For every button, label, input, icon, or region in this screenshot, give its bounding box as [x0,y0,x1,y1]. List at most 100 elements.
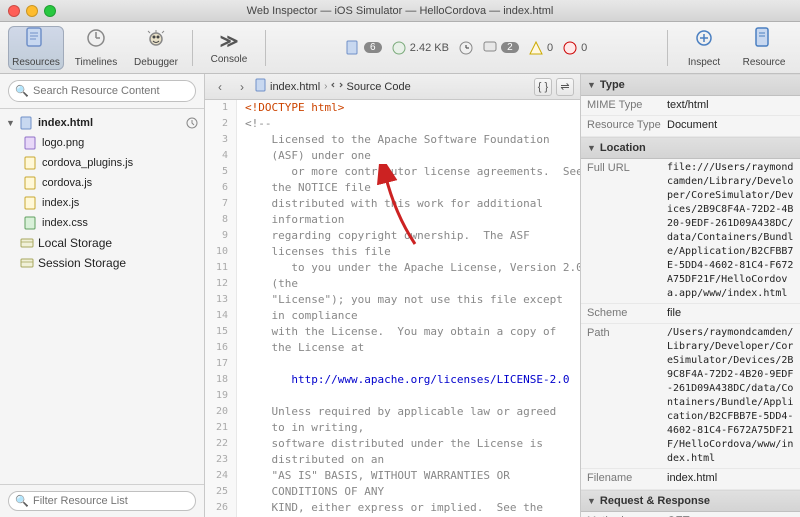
console-icon: ≫ [220,31,239,52]
rp-value-resource-type: Document [667,118,794,133]
size-value: 2.42 KB [410,42,449,54]
sidebar-label-index-js: index.js [42,197,79,209]
debugger-button[interactable]: Debugger [128,26,184,70]
resources-label: Resources [12,57,60,68]
sidebar-item-index-html[interactable]: ▼ index.html [0,113,204,133]
debugger-icon [144,27,168,55]
code-line-22: 22 software distributed under the Licens… [205,436,580,452]
sidebar-label-session-storage: Session Storage [38,256,126,270]
code-line-17: 17 [205,356,580,372]
files-badge: 6 [346,40,382,56]
breadcrumb-separator: › [324,81,327,92]
code-line-6: 6 the NOTICE file [205,180,580,196]
code-line-24: 24 "AS IS" BASIS, WITHOUT WARRANTIES OR [205,468,580,484]
code-line-13: 13 "License"); you may not use this file… [205,292,580,308]
sidebar-item-local-storage[interactable]: Local Storage [0,233,204,253]
breadcrumb-index-html[interactable]: index.html [255,78,320,95]
section-header-location[interactable]: ▼ Location [581,137,800,159]
format-button[interactable]: { } [534,78,552,96]
resource-label: Resource [743,57,786,68]
filter-input[interactable] [8,491,196,511]
code-line-8: 8 information [205,212,580,228]
rp-value-full-url: file:///Users/raymondcamden/Library/Deve… [667,161,794,301]
local-storage-icon [20,236,34,250]
resource-icon [754,27,774,55]
code-line-11: 11 to you under the Apache License, Vers… [205,260,580,276]
inspect-button[interactable]: Inspect [676,26,732,70]
breadcrumb-label-index-html: index.html [270,81,320,93]
section-label-type: Type [600,79,625,91]
rp-label-resource-type: Resource Type [587,118,667,131]
console-button[interactable]: ≫ Console [201,26,257,70]
maximize-button[interactable] [44,5,56,17]
rp-row-filename: Filename index.html [581,469,800,489]
section-header-type[interactable]: ▼ Type [581,74,800,96]
errors-badge: 0 [563,41,587,55]
sidebar-item-index-js[interactable]: index.js [0,193,204,213]
code-line-23: 23 distributed on an [205,452,580,468]
window-title: Web Inspector — iOS Simulator — HelloCor… [247,5,554,17]
code-line-2: 2 <!-- [205,116,580,132]
console-label: Console [211,54,248,65]
code-line-20: 20 Unless required by applicable law or … [205,404,580,420]
debugger-label: Debugger [134,57,178,68]
code-line-9: 9 regarding copyright ownership. The ASF [205,228,580,244]
rp-row-mime-type: MIME Type text/html [581,96,800,116]
breadcrumb-source-code[interactable]: Source Code [331,79,410,94]
file-icon [20,116,34,130]
warnings-badge: 0 [529,41,553,55]
search-icon: 🔍 [15,85,29,98]
sidebar-tree: ▼ index.html logo.png cordova_plugins.js… [0,109,204,484]
code-line-7: 7 distributed with this work for additio… [205,196,580,212]
code-line-10: 10 licenses this file [205,244,580,260]
timer-badge [459,41,473,55]
inspect-label: Inspect [688,57,720,68]
section-arrow-request-response: ▼ [587,496,596,506]
minimize-button[interactable] [26,5,38,17]
main-layout: 🔍 ▼ index.html logo.png cordova_plugins.… [0,74,800,517]
bc-source-icon [331,79,343,94]
resource-button[interactable]: Resource [736,26,792,70]
code-area[interactable]: 1 <!DOCTYPE html> 2 <!-- 3 Licensed to t… [205,100,580,517]
search-input[interactable] [8,80,196,102]
messages-count: 2 [501,42,519,53]
toolbar-separator-2 [265,30,266,66]
line-wrap-button[interactable]: ⇌ [556,78,574,96]
back-button[interactable]: ‹ [211,78,229,96]
rp-value-scheme: file [667,306,794,321]
sidebar-item-cordova-plugins-js[interactable]: cordova_plugins.js [0,153,204,173]
sidebar-item-session-storage[interactable]: Session Storage [0,253,204,273]
code-line-25: 25 CONDITIONS OF ANY [205,484,580,500]
breadcrumb-label-source-code: Source Code [346,81,410,93]
forward-button[interactable]: › [233,78,251,96]
code-line-12: 12 (the [205,276,580,292]
section-label-location: Location [600,142,646,154]
code-line-1: 1 <!DOCTYPE html> [205,100,580,116]
resources-icon [24,27,48,55]
timelines-label: Timelines [75,57,117,68]
sidebar-item-cordova-js[interactable]: cordova.js [0,173,204,193]
breadcrumb-bar: ‹ › index.html › Source Code { } ⇌ [205,74,580,100]
resources-button[interactable]: Resources [8,26,64,70]
sidebar-item-index-css[interactable]: index.css [0,213,204,233]
sidebar-label-index-html: index.html [38,117,93,129]
code-line-16: 16 the License at [205,340,580,356]
timelines-button[interactable]: Timelines [68,26,124,70]
size-badge: 2.42 KB [392,41,449,55]
warnings-count: 0 [547,42,553,54]
rp-row-full-url: Full URL file:///Users/raymondcamden/Lib… [581,159,800,304]
section-header-request-response[interactable]: ▼ Request & Response [581,490,800,512]
js-file-icon-3 [24,196,38,210]
image-file-icon [24,136,38,150]
js-file-icon-2 [24,176,38,190]
rp-label-full-url: Full URL [587,161,667,174]
sidebar-label-index-css: index.css [42,217,88,229]
tree-arrow-icon: ▼ [6,118,16,128]
sidebar-item-logo-png[interactable]: logo.png [0,133,204,153]
reload-icon[interactable] [186,117,198,129]
center-panel-wrap: ‹ › index.html › Source Code { } ⇌ [205,74,580,517]
rp-value-mime-type: text/html [667,98,794,113]
sidebar-label-logo-png: logo.png [42,137,84,149]
rp-value-method: GET [667,514,794,517]
close-button[interactable] [8,5,20,17]
